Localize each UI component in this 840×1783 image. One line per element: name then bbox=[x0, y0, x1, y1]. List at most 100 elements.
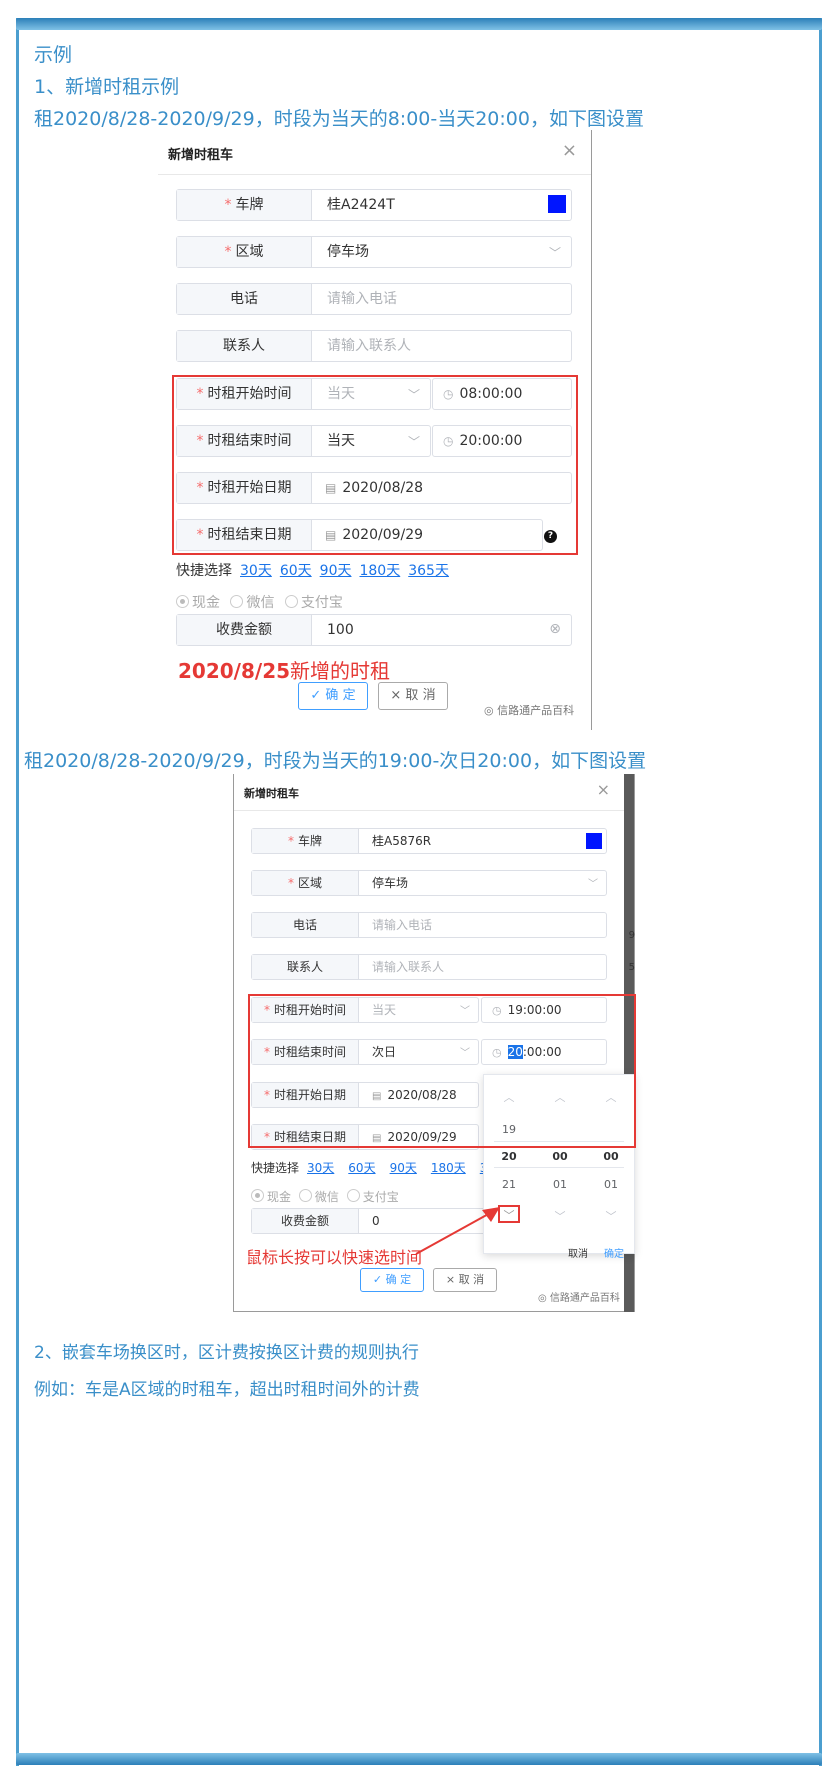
payment-method-group: 现金 微信 支付宝 bbox=[251, 1188, 399, 1205]
end-time-input[interactable]: ◷ 20:00:00 bbox=[432, 425, 572, 457]
quick-select-label: 快捷选择 bbox=[251, 1161, 300, 1175]
minute-option-selected[interactable]: 00 bbox=[545, 1150, 575, 1163]
start-time-value: 08:00:00 bbox=[459, 386, 523, 402]
wechat-logo-icon: ◎ bbox=[484, 704, 498, 717]
doc-heading-example: 示例 bbox=[34, 44, 73, 66]
radio-alipay[interactable] bbox=[284, 595, 298, 608]
quick-select-row: 快捷选择 30天 60天 90天 180天 365天 bbox=[176, 560, 449, 580]
confirm-button[interactable]: ✓ 确 定 bbox=[360, 1268, 424, 1292]
end-date-field[interactable]: * 时租结束日期 ▤ 2020/09/29 bbox=[176, 519, 543, 551]
cash-label: 现金 bbox=[192, 595, 220, 611]
plate-field[interactable]: * 车牌 桂A2424T bbox=[176, 189, 572, 221]
phone-field[interactable]: 电话 请输入电话 bbox=[251, 912, 607, 938]
end-time-value: 20:00:00 bbox=[459, 433, 523, 449]
end-time-day-select[interactable]: * 时租结束时间 当天 ﹀ bbox=[176, 425, 431, 457]
cancel-button[interactable]: × 取 消 bbox=[433, 1268, 497, 1292]
red-arrow-icon bbox=[415, 1207, 500, 1255]
contact-input[interactable]: 请输入联系人 bbox=[327, 331, 411, 361]
phone-input[interactable]: 请输入电话 bbox=[327, 284, 397, 314]
long-press-annotation: 鼠标长按可以快速选时间 bbox=[246, 1248, 423, 1267]
quick-60-days-link[interactable]: 60天 bbox=[280, 563, 312, 579]
add-hourly-rental-dialog-2: 9 5 新增时租车 × * 车牌 桂A5876R * 区域 停车场 ﹀ 电话 请输入… bbox=[233, 774, 636, 1312]
radio-alipay[interactable] bbox=[346, 1189, 360, 1202]
top-border-bar bbox=[16, 18, 822, 30]
bottom-border-bar bbox=[16, 1753, 822, 1765]
contact-field[interactable]: 联系人 请输入联系人 bbox=[176, 330, 572, 362]
confirm-button[interactable]: ✓ 确 定 bbox=[298, 682, 368, 710]
dialog-header: 新增时租车 × bbox=[234, 774, 624, 811]
clock-icon: ◷ bbox=[443, 434, 454, 448]
minute-option[interactable]: 01 bbox=[545, 1178, 575, 1191]
doc-example-1-desc: 租2020/8/28-2020/9/29，时段为当天的8:00-当天20:00，… bbox=[34, 108, 644, 130]
cash-label: 现金 bbox=[267, 1190, 292, 1204]
radio-cash[interactable] bbox=[176, 595, 189, 608]
area-label: * 区域 bbox=[177, 237, 312, 267]
quick-180-days-link[interactable]: 180天 bbox=[359, 563, 400, 579]
quick-30-days-link[interactable]: 30天 bbox=[307, 1161, 334, 1175]
quick-90-days-link[interactable]: 90天 bbox=[390, 1161, 417, 1175]
quick-365-days-link[interactable]: 365天 bbox=[408, 563, 449, 579]
watermark: ◎ 信路通产品百科 bbox=[484, 704, 575, 717]
area-value: 停车场 bbox=[327, 244, 369, 260]
alipay-label: 支付宝 bbox=[362, 1190, 399, 1204]
contact-label: 联系人 bbox=[177, 331, 312, 361]
side-digit-1: 9 bbox=[628, 930, 635, 941]
close-icon[interactable]: × bbox=[597, 780, 610, 799]
start-time-input[interactable]: ◷ 08:00:00 bbox=[432, 378, 572, 410]
hour-option[interactable]: 21 bbox=[494, 1178, 524, 1191]
start-day-value: 当天 bbox=[327, 386, 355, 402]
plate-color-swatch[interactable] bbox=[586, 833, 602, 849]
cancel-button[interactable]: × 取 消 bbox=[378, 682, 448, 710]
phone-field[interactable]: 电话 请输入电话 bbox=[176, 283, 572, 315]
wechat-logo-icon: ◎ bbox=[538, 1293, 550, 1304]
area-select[interactable]: * 区域 停车场 ﹀ bbox=[176, 236, 572, 268]
second-down-arrow-icon[interactable]: ﹀ bbox=[596, 1208, 626, 1224]
minute-down-arrow-icon[interactable]: ﹀ bbox=[545, 1208, 575, 1224]
radio-cash[interactable] bbox=[251, 1189, 264, 1202]
doc-example-2-desc: 租2020/8/28-2020/9/29，时段为当天的19:00-次日20:00… bbox=[24, 750, 647, 772]
second-option[interactable]: 01 bbox=[596, 1178, 626, 1191]
phone-label: 电话 bbox=[177, 284, 312, 314]
end-date-value: ▤ 2020/09/29 bbox=[325, 527, 424, 543]
plate-value: 桂A2424T bbox=[327, 197, 395, 213]
picker-cancel-button[interactable]: 取消 bbox=[568, 1245, 588, 1260]
wechat-label: 微信 bbox=[246, 595, 275, 611]
doc-section-2-example: 例如：车是A区域的时租车，超出时租时间外的计费 bbox=[34, 1380, 420, 1400]
fee-input[interactable]: 0 bbox=[372, 1209, 380, 1233]
plate-color-swatch[interactable] bbox=[548, 195, 566, 213]
quick-30-days-link[interactable]: 30天 bbox=[240, 563, 272, 579]
fee-field[interactable]: 收费金额 100 ⊗ bbox=[176, 614, 572, 646]
contact-input[interactable]: 请输入联系人 bbox=[372, 955, 444, 979]
start-time-label: * 时租开始时间 bbox=[177, 379, 312, 409]
contact-field[interactable]: 联系人 请输入联系人 bbox=[251, 954, 607, 980]
highlight-box bbox=[248, 994, 636, 1148]
radio-wechat[interactable] bbox=[298, 1189, 312, 1202]
clock-icon: ◷ bbox=[443, 387, 454, 401]
close-icon[interactable]: × bbox=[562, 140, 577, 161]
phone-input[interactable]: 请输入电话 bbox=[372, 913, 432, 937]
dialog-header: 新增时租车 × bbox=[158, 130, 591, 175]
start-time-day-select[interactable]: * 时租开始时间 当天 ﹀ bbox=[176, 378, 431, 410]
quick-180-days-link[interactable]: 180天 bbox=[431, 1161, 466, 1175]
quick-select-row: 快捷选择30天60天90天180天36 bbox=[251, 1159, 495, 1176]
area-value: 停车场 bbox=[372, 876, 409, 890]
clear-icon[interactable]: ⊗ bbox=[549, 621, 561, 637]
help-icon[interactable]: ? bbox=[544, 530, 557, 543]
side-digit-2: 5 bbox=[628, 962, 635, 973]
start-date-field[interactable]: * 时租开始日期 ▤ 2020/08/28 bbox=[176, 472, 572, 504]
quick-90-days-link[interactable]: 90天 bbox=[320, 563, 352, 579]
radio-wechat[interactable] bbox=[230, 595, 244, 608]
chevron-down-icon: ﹀ bbox=[548, 246, 561, 260]
end-day-value: 当天 bbox=[327, 433, 355, 449]
area-label: * 区域 bbox=[252, 871, 359, 895]
dialog-title: 新增时租车 bbox=[244, 787, 299, 800]
quick-60-days-link[interactable]: 60天 bbox=[348, 1161, 375, 1175]
add-hourly-rental-dialog-1: 新增时租车 × * 车牌 桂A2424T * 区域 停车场 ﹀ 电话 请输入电话 联… bbox=[158, 130, 592, 730]
fee-input[interactable]: 100 bbox=[327, 615, 354, 645]
area-select[interactable]: * 区域 停车场 ﹀ bbox=[251, 870, 607, 896]
plate-field[interactable]: * 车牌 桂A5876R bbox=[251, 828, 607, 854]
second-option-selected[interactable]: 00 bbox=[596, 1150, 626, 1163]
hour-option-selected[interactable]: 20 bbox=[494, 1150, 524, 1163]
start-date-value: ▤ 2020/08/28 bbox=[325, 480, 424, 496]
picker-confirm-button[interactable]: 确定 bbox=[604, 1245, 624, 1260]
